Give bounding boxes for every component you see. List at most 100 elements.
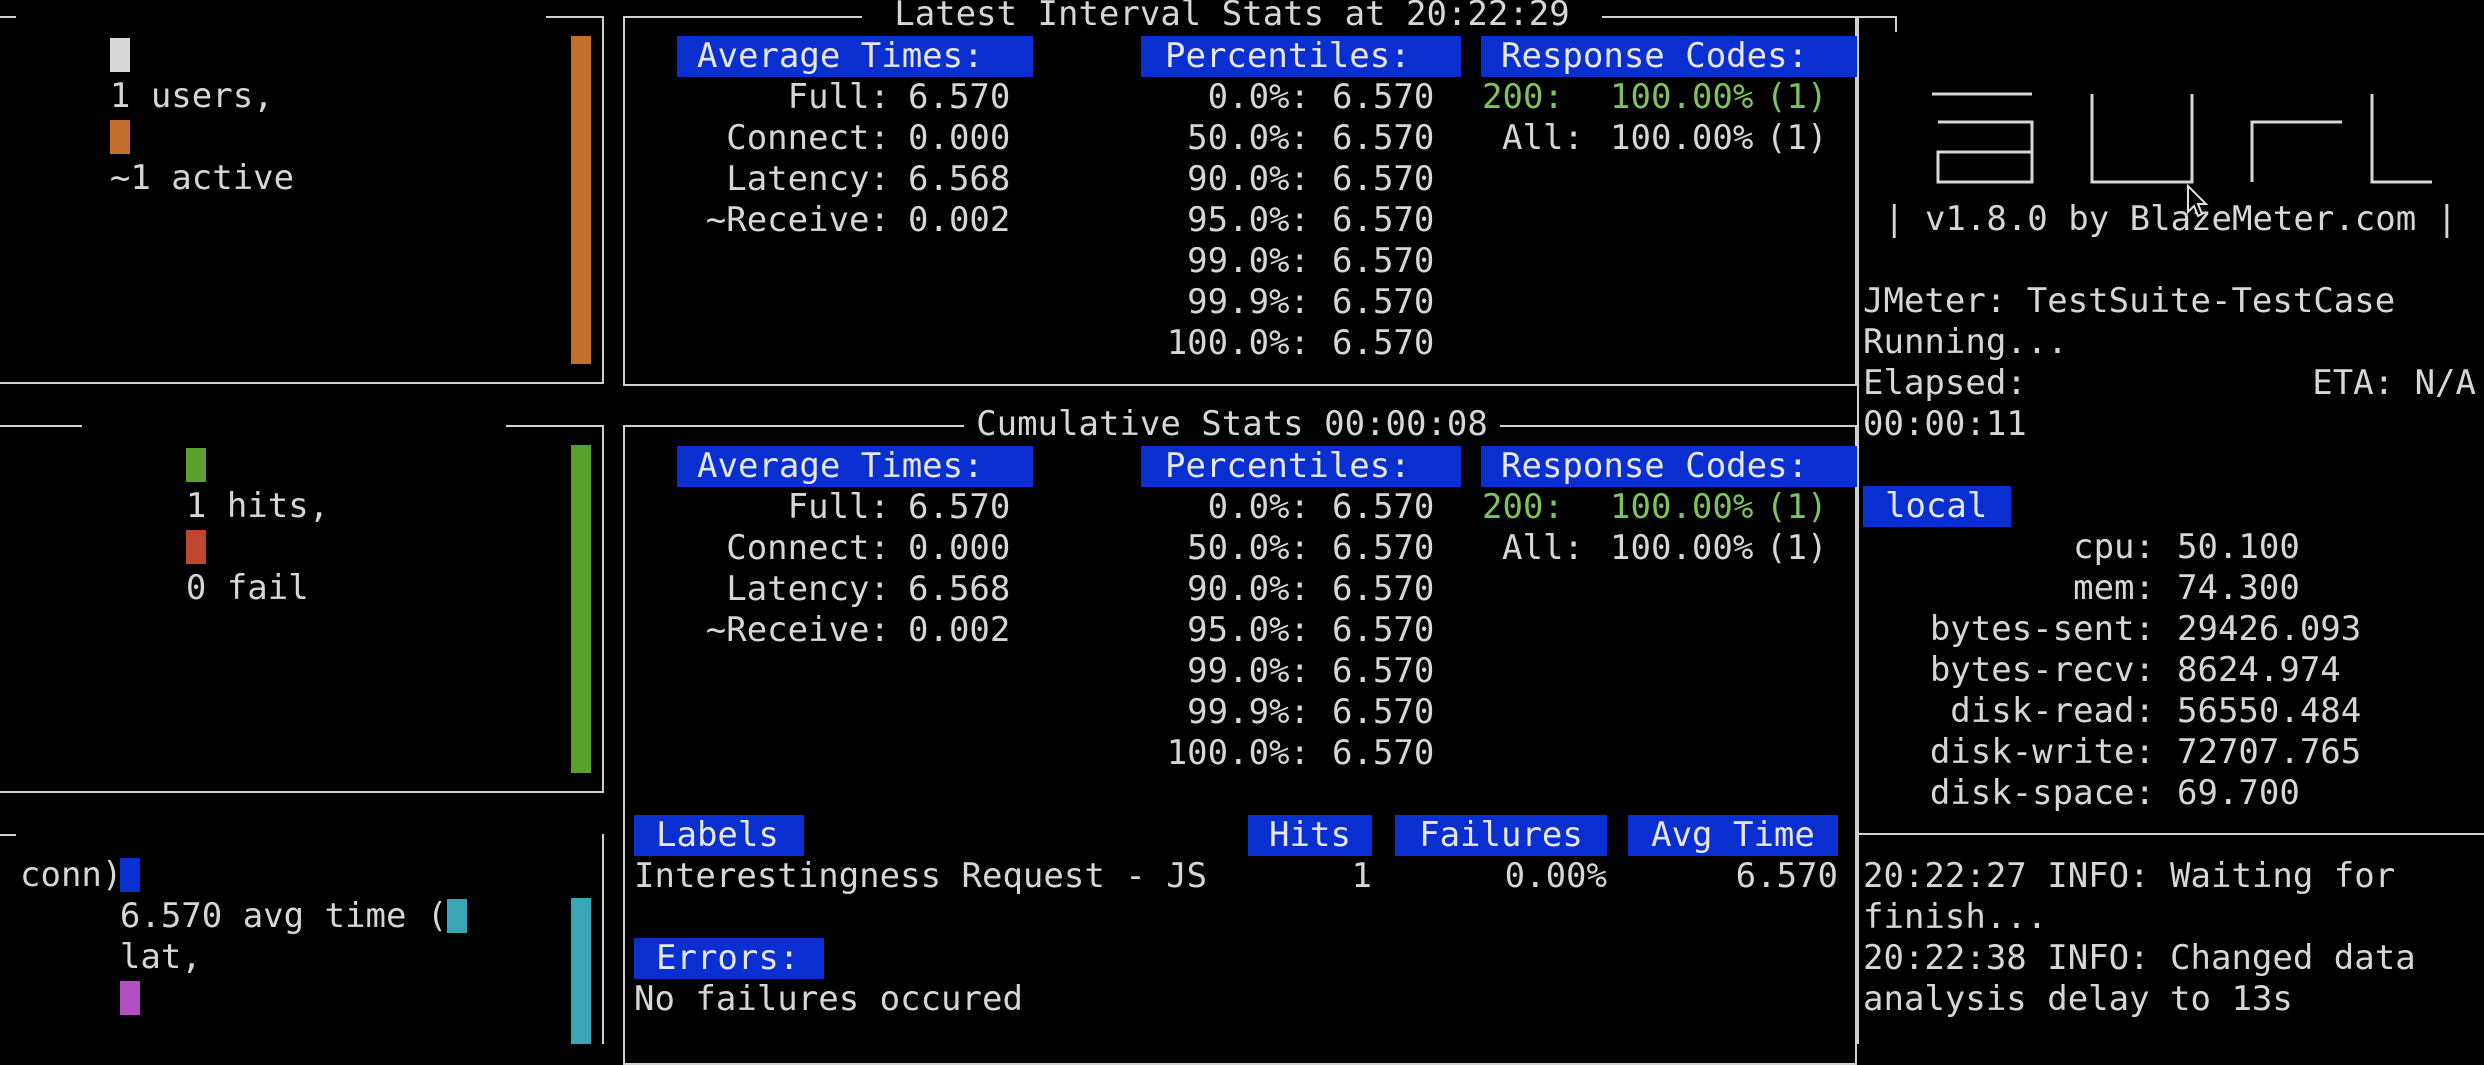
mouse-cursor-icon: [2187, 184, 2209, 218]
percentile-label: 100.0%:: [1166, 733, 1310, 773]
active-swatch: [109, 120, 130, 154]
metric-name: disk-read:: [1950, 691, 2155, 731]
users-label: 1 users,: [109, 76, 274, 116]
hits-cell: 1: [1351, 856, 1372, 896]
percentile-value: 6.570: [1332, 323, 1435, 363]
metric-value: 56550.484: [2177, 691, 2362, 731]
hits-label: 1 hits,: [185, 486, 330, 526]
avg-time-cell: 6.570: [1735, 856, 1838, 896]
hits-bar: [571, 445, 591, 773]
percentile-value: 6.570: [1332, 487, 1435, 527]
percentile-value: 6.570: [1332, 159, 1435, 199]
rc-count: (1): [1766, 77, 1828, 117]
metric-value: 50.100: [2177, 527, 2300, 567]
labels-header: Labels: [634, 815, 804, 856]
latest-interval-title: Latest Interval Stats at 20:22:29: [862, 0, 1602, 35]
percentile-value: 6.570: [1332, 200, 1435, 240]
rc-pct: 100.00%: [1610, 487, 1754, 527]
avg-label: Connect:: [726, 528, 890, 568]
avg-label: Latency:: [726, 159, 890, 199]
divider: [0, 791, 604, 793]
percentile-value: 6.570: [1332, 651, 1435, 691]
percentile-value: 6.570: [1332, 118, 1435, 158]
panel-border: [602, 16, 604, 384]
percentile-label: 100.0%:: [1166, 323, 1310, 363]
rc-count: (1): [1766, 528, 1828, 568]
log-line: 20:22:38 INFO: Changed data: [1863, 938, 2416, 978]
hits-swatch: [185, 448, 206, 482]
rc-code: 200:: [1482, 487, 1564, 527]
avg-swatch: [119, 858, 140, 892]
metric-value: 69.700: [2177, 773, 2300, 813]
failures-header: Failures: [1395, 815, 1607, 856]
divider: [0, 834, 16, 836]
label-cell: Interestingness Request - JS: [634, 856, 1208, 896]
cumulative-response-codes-header: Response Codes:: [1481, 446, 1857, 487]
percentile-label: 90.0%:: [1187, 569, 1310, 609]
avg-label: Connect:: [726, 118, 890, 158]
divider: [1857, 16, 1897, 18]
metric-value: 74.300: [2177, 568, 2300, 608]
avg-value: 6.570: [908, 487, 1011, 527]
log-line: finish...: [1863, 897, 2048, 937]
active-label: ~1 active: [109, 158, 295, 198]
latency-bar: [571, 898, 591, 1044]
metric-name: bytes-recv:: [1929, 650, 2155, 690]
local-header: local: [1863, 486, 2011, 527]
percentile-label: 50.0%:: [1187, 118, 1310, 158]
percentile-value: 6.570: [1332, 610, 1435, 650]
avg-time-header: Avg Time: [1628, 815, 1838, 856]
avg-value: 0.002: [908, 200, 1011, 240]
log-line: 20:22:27 INFO: Waiting for: [1863, 856, 2396, 896]
panel-border: [602, 834, 604, 1044]
metric-value: 8624.974: [2177, 650, 2341, 690]
percentile-value: 6.570: [1332, 241, 1435, 281]
conn-label: conn): [20, 855, 123, 895]
metric-name: cpu:: [2073, 527, 2155, 567]
latest-percentiles-header: Percentiles:: [1141, 36, 1461, 77]
avg-value: 6.568: [908, 569, 1011, 609]
avg-time-legend: 6.570 avg time ( lat,: [38, 814, 468, 1060]
users-swatch: [109, 38, 130, 72]
rc-pct: 100.00%: [1610, 77, 1754, 117]
percentile-value: 6.570: [1332, 692, 1435, 732]
percentile-label: 0.0%:: [1207, 487, 1310, 527]
executor-name: JMeter: TestSuite-TestCase: [1863, 281, 2396, 321]
avg-label: Full:: [787, 77, 890, 117]
latest-avg-times-header: Average Times:: [677, 36, 1033, 77]
metric-name: disk-write:: [1929, 732, 2155, 772]
percentile-label: 99.0%:: [1187, 241, 1310, 281]
divider: [546, 16, 604, 18]
executor-status: Running...: [1863, 322, 2068, 362]
divider: [0, 382, 604, 384]
metric-name: bytes-sent:: [1929, 609, 2155, 649]
percentile-value: 6.570: [1332, 569, 1435, 609]
cumulative-percentiles-header: Percentiles:: [1141, 446, 1461, 487]
divider: [506, 425, 604, 427]
eta-label: ETA: N/A: [2312, 363, 2476, 403]
divider: [0, 425, 82, 427]
errors-message: No failures occured: [634, 979, 1023, 1019]
avg-value: 0.002: [908, 610, 1011, 650]
panel-border: [602, 425, 604, 793]
users-legend: 1 users, ~1 active: [28, 0, 294, 240]
percentile-label: 95.0%:: [1187, 200, 1310, 240]
rc-count: (1): [1766, 487, 1828, 527]
fail-swatch: [185, 530, 206, 564]
avg-label: 6.570 avg time (: [119, 896, 448, 936]
rc-count: (1): [1766, 118, 1828, 158]
percentile-label: 99.9%:: [1187, 282, 1310, 322]
metric-value: 29426.093: [2177, 609, 2362, 649]
version-line: | v1.8.0 by BlazeMeter.com |: [1884, 199, 2458, 239]
rc-code: All:: [1502, 118, 1584, 158]
percentile-value: 6.570: [1332, 282, 1435, 322]
taurus-logo: [1932, 92, 2432, 184]
hits-legend: 1 hits, 0 fail: [104, 404, 329, 650]
rc-pct: 100.00%: [1610, 528, 1754, 568]
elapsed-label: Elapsed:: [1863, 363, 2027, 403]
cumulative-stats-title: Cumulative Stats 00:00:08: [964, 404, 1500, 445]
metric-name: mem:: [2073, 568, 2155, 608]
hits-header: Hits: [1248, 815, 1372, 856]
elapsed-value: 00:00:11: [1863, 404, 2027, 444]
percentile-label: 99.0%:: [1187, 651, 1310, 691]
